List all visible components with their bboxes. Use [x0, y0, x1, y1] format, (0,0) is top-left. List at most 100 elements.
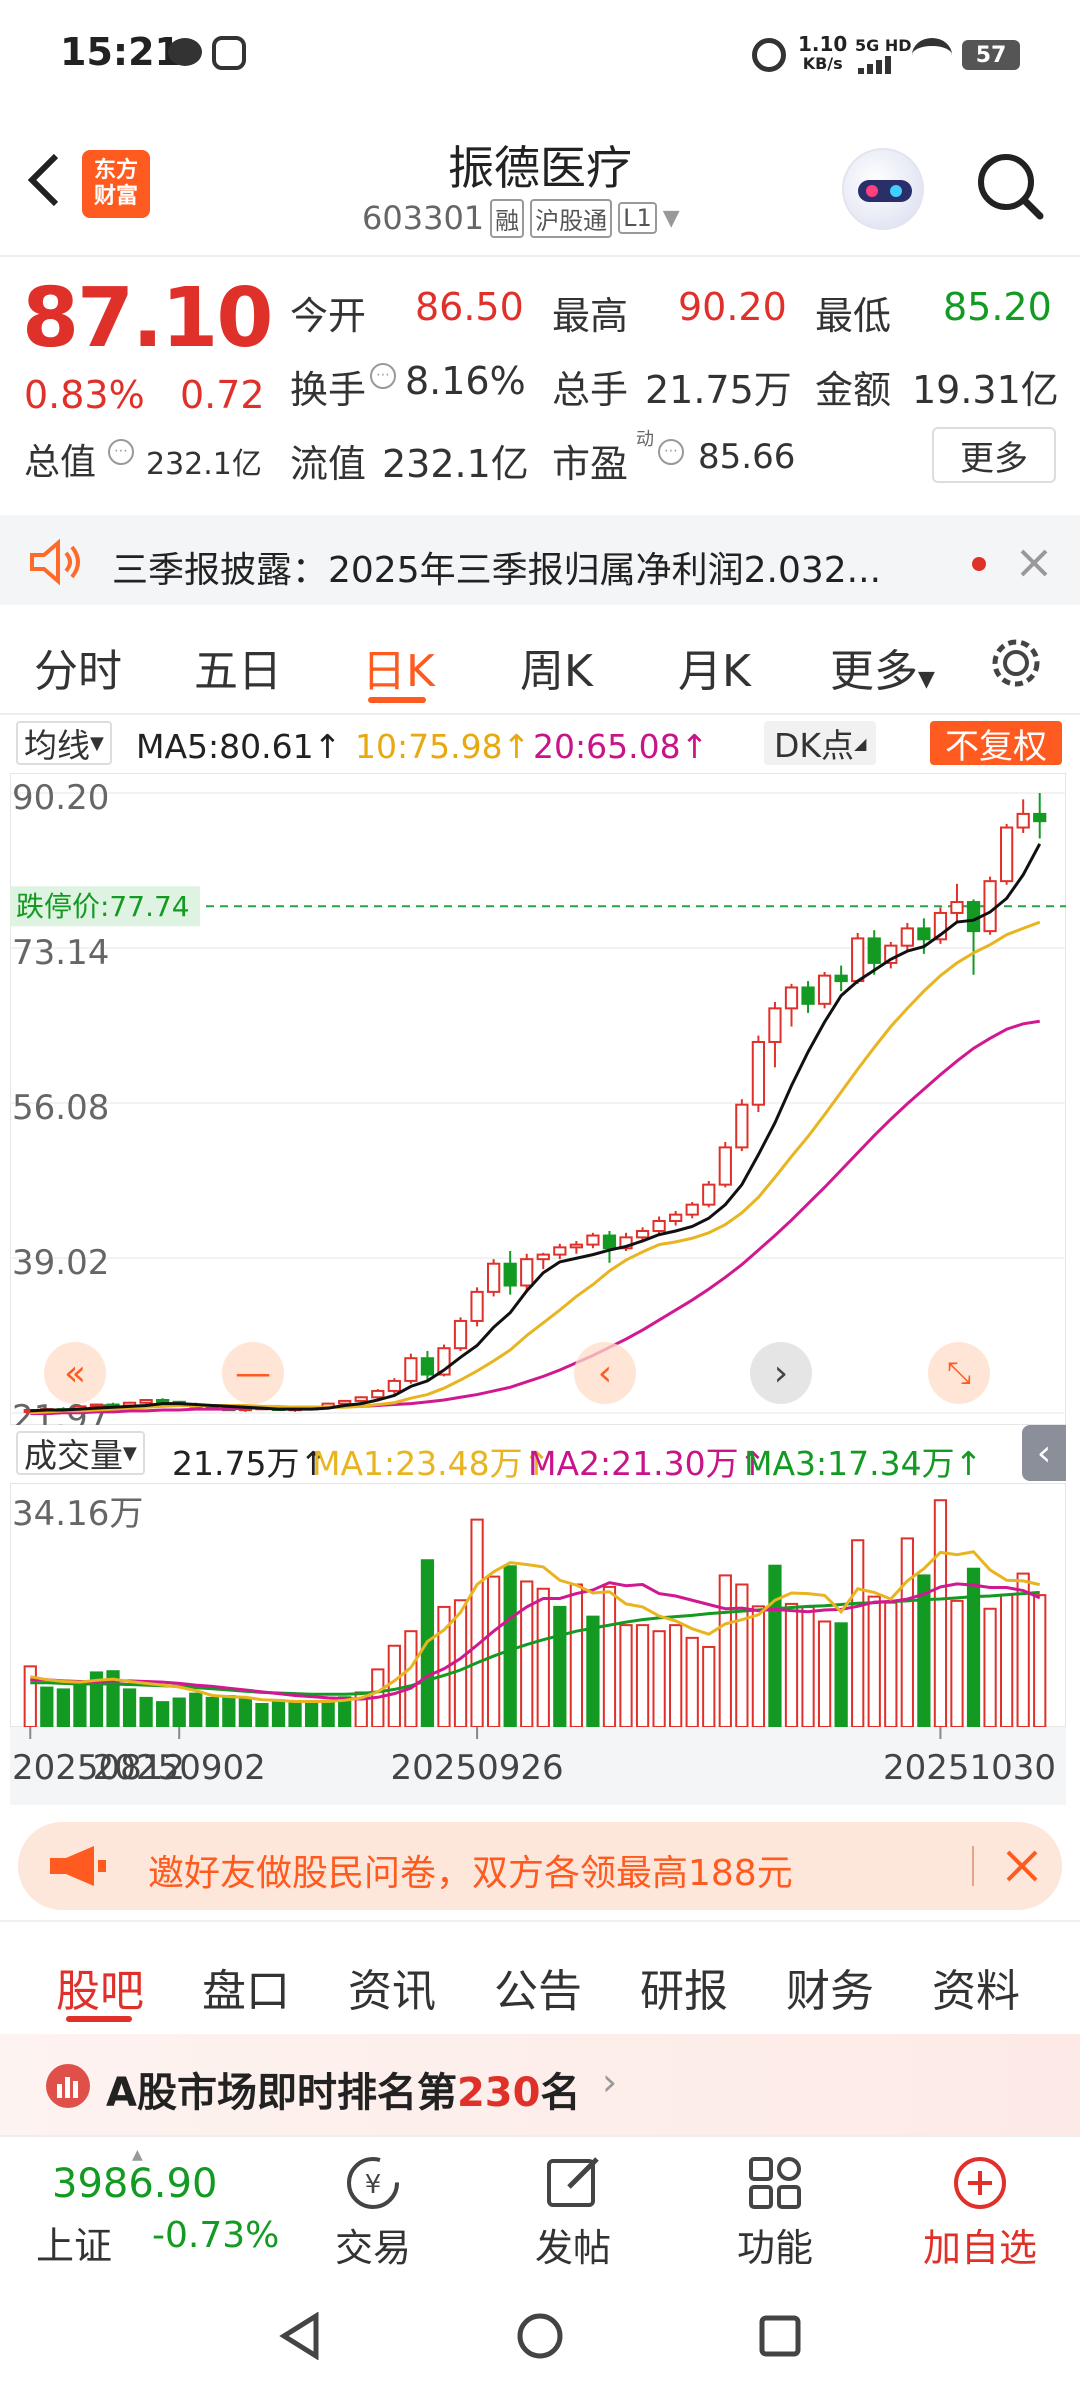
- trade-button[interactable]: ¥ 交易: [330, 2153, 416, 2270]
- news-banner[interactable]: 三季报披露：2025年三季报归属净利润2.032...: [0, 505, 1080, 605]
- tab-more[interactable]: 更多▼: [830, 635, 935, 699]
- volume-bar: [602, 1585, 617, 1728]
- x-tick-label: 20250902: [93, 1748, 266, 1788]
- info-icon[interactable]: ⋯: [370, 363, 396, 389]
- tab-daily-k[interactable]: 日K: [362, 635, 435, 699]
- info-icon[interactable]: ⋯: [108, 439, 134, 465]
- tab-intraday[interactable]: 分时: [34, 635, 122, 699]
- candle-body: [867, 937, 881, 964]
- volume-chart[interactable]: 34.16万2025081220250902 20250926 20251030: [10, 1483, 1066, 1805]
- tab-five-day[interactable]: 五日: [194, 635, 282, 699]
- y-tick-label: 39.02: [12, 1243, 109, 1283]
- info-icon[interactable]: ⋯: [658, 439, 684, 465]
- volume-bar: [56, 1688, 70, 1728]
- volume-bar: [619, 1624, 633, 1728]
- active-tab-indicator: [368, 697, 426, 703]
- candle-body: [338, 1399, 352, 1405]
- functions-button[interactable]: 功能: [732, 2153, 818, 2270]
- stock-code-row[interactable]: 603301 融 沪股通 L1 ▼: [362, 198, 680, 238]
- ma20-value: 20:65.08↑: [533, 727, 709, 766]
- expand-icon: ⤡: [947, 1355, 971, 1391]
- volume-ma2: MA2:21.30万↑: [528, 1444, 767, 1483]
- tab-news[interactable]: 资讯: [348, 1955, 436, 2019]
- tab-profile[interactable]: 资料: [932, 1955, 1020, 2019]
- stock-code: 603301: [362, 199, 485, 237]
- candle-body: [735, 1103, 749, 1149]
- volume-bar: [139, 1696, 153, 1729]
- candle-body: [685, 1203, 699, 1216]
- candle-body: [404, 1357, 418, 1382]
- expand-up-icon[interactable]: ▲: [132, 2147, 143, 2163]
- volume-bar: [1033, 1594, 1047, 1728]
- volume-bar: [635, 1624, 650, 1728]
- pe-label: 市盈: [552, 442, 629, 486]
- mktcap-label: 总值: [24, 442, 97, 483]
- volume-bar: [470, 1518, 484, 1728]
- robot-assistant-icon[interactable]: [842, 148, 924, 230]
- rank-text: A股市场即时排名第230名: [106, 2070, 581, 2116]
- recents-square-icon[interactable]: [758, 2314, 802, 2358]
- margin-badge: 融: [490, 198, 525, 238]
- volume-bar: [884, 1601, 898, 1728]
- volume-bar: [453, 1599, 468, 1728]
- scroll-left-fast-button[interactable]: «: [44, 1342, 106, 1404]
- tab-weekly-k[interactable]: 周K: [520, 635, 593, 699]
- tab-announcements[interactable]: 公告: [494, 1955, 582, 2019]
- adjust-select[interactable]: 不复权: [930, 721, 1062, 767]
- volume-current: 21.75万↑: [172, 1444, 328, 1483]
- volume-label: 总手: [552, 368, 629, 412]
- candle-body: [900, 927, 914, 947]
- search-button[interactable]: [974, 150, 1046, 222]
- volume-indicator-row: 成交量 ▼ 21.75万↑ MA1:23.48万↑ MA2:21.30万↑ MA3…: [0, 1425, 1080, 1483]
- zoom-out-button[interactable]: —: [222, 1342, 284, 1404]
- volume-select[interactable]: 成交量 ▼: [16, 1431, 145, 1475]
- status-time: 15:21: [60, 30, 181, 74]
- low-label: 最低: [815, 294, 892, 338]
- post-button[interactable]: 发帖: [530, 2153, 616, 2270]
- kline-chart[interactable]: 90.2073.1456.0839.0221.97跌停价:77.74: [10, 773, 1066, 1425]
- add-watchlist-button[interactable]: 加自选: [910, 2153, 1050, 2270]
- settings-gear-icon[interactable]: [988, 635, 1044, 691]
- tab-monthly-k[interactable]: 月K: [678, 635, 751, 699]
- candle-body: [635, 1229, 650, 1239]
- volume-bar: [1016, 1572, 1030, 1728]
- volume-value: 21.75万: [645, 368, 792, 412]
- scroll-left-button[interactable]: ‹: [574, 1342, 636, 1404]
- y-tick-label: 90.20: [12, 778, 109, 818]
- more-button[interactable]: 更多: [932, 427, 1056, 483]
- fullscreen-button[interactable]: ⤡: [928, 1342, 990, 1404]
- collapse-panel-button[interactable]: ‹: [1022, 1425, 1066, 1481]
- candle-body: [503, 1262, 517, 1287]
- candle-body: [586, 1234, 600, 1246]
- connect-badge: 沪股通: [530, 198, 613, 238]
- dk-point-select[interactable]: DK点 ◢: [764, 721, 877, 765]
- candle-body: [1000, 826, 1014, 883]
- index-name: 上证: [36, 2224, 113, 2268]
- ma10-value: 10:75.98↑: [355, 727, 531, 766]
- back-triangle-icon[interactable]: [278, 2312, 322, 2360]
- market-rank-row[interactable]: A股市场即时排名第230名 ›: [0, 2034, 1080, 2135]
- open-value: 86.50: [415, 285, 524, 329]
- scroll-right-button[interactable]: ›: [750, 1342, 812, 1404]
- tab-research[interactable]: 研报: [640, 1955, 728, 2019]
- close-icon[interactable]: [1004, 1848, 1040, 1884]
- tab-pankou[interactable]: 盘口: [202, 1955, 290, 2019]
- home-circle-icon[interactable]: [516, 2312, 564, 2360]
- add-watchlist-label: 加自选: [922, 2226, 1037, 2270]
- ma-select[interactable]: 均线 ▼: [16, 721, 112, 765]
- double-chevron-left-icon: «: [63, 1352, 87, 1394]
- tab-finance[interactable]: 财务: [786, 1955, 874, 2019]
- volume-bar: [784, 1602, 799, 1728]
- promo-banner[interactable]: 邀好友做股民问卷，双方各领最高188元: [18, 1822, 1062, 1910]
- low-value: 85.20: [943, 285, 1052, 329]
- edit-icon: [547, 2157, 599, 2207]
- index-value[interactable]: 3986.90: [52, 2161, 217, 2207]
- tab-guba[interactable]: 股吧: [56, 1955, 144, 2019]
- post-label: 发帖: [534, 2226, 611, 2270]
- chevron-right-icon: ›: [602, 2060, 618, 2104]
- volume-bar: [304, 1700, 319, 1728]
- close-icon[interactable]: [1018, 547, 1050, 579]
- minus-icon: —: [235, 1352, 271, 1394]
- volume-ma1: MA1:23.48万↑: [312, 1444, 551, 1483]
- candle-body: [453, 1319, 468, 1350]
